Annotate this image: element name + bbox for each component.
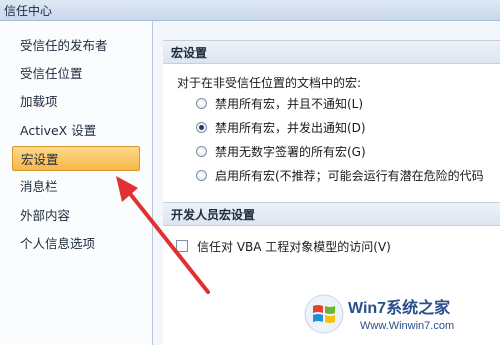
sidebar-item-activex[interactable]: ActiveX 设置 — [12, 118, 140, 143]
sidebar-item-trusted-publishers[interactable]: 受信任的发布者 — [12, 33, 140, 58]
sidebar: 受信任的发布者 受信任位置 加载项 ActiveX 设置 宏设置 消息栏 外部内… — [0, 21, 153, 345]
sidebar-item-addins[interactable]: 加载项 — [12, 89, 140, 114]
radio-disable-unsigned[interactable] — [196, 146, 207, 157]
radio-enable-all[interactable] — [196, 170, 207, 181]
macro-intro-text: 对于在非受信任位置的文档中的宏: — [177, 76, 362, 90]
windows-logo-icon — [304, 294, 344, 334]
developer-settings-header: 开发人员宏设置 — [163, 202, 500, 226]
radio-disable-with-notify[interactable] — [196, 122, 207, 133]
watermark-title: Win7系统之家 — [348, 300, 451, 317]
sidebar-item-message-bar[interactable]: 消息栏 — [12, 174, 140, 199]
watermark: Win7系统之家 Www.Winwin7.com — [300, 290, 500, 345]
radio-disable-unsigned-label[interactable]: 禁用无数字签署的所有宏(G) — [215, 143, 366, 160]
radio-disable-no-notify-label[interactable]: 禁用所有宏，并且不通知(L) — [215, 95, 363, 112]
trust-vba-checkbox[interactable] — [176, 240, 188, 252]
watermark-url: Www.Winwin7.com — [360, 320, 455, 332]
sidebar-item-privacy-options[interactable]: 个人信息选项 — [12, 231, 140, 256]
radio-enable-all-label[interactable]: 启用所有宏(不推荐；可能会运行有潜在危险的代码 — [215, 167, 500, 184]
sidebar-item-external-content[interactable]: 外部内容 — [12, 203, 140, 228]
sidebar-item-macro-settings[interactable]: 宏设置 — [12, 146, 140, 171]
sidebar-item-trusted-locations[interactable]: 受信任位置 — [12, 61, 140, 86]
window-title: 信任中心 — [4, 4, 53, 18]
macro-settings-header: 宏设置 — [163, 40, 500, 64]
radio-disable-no-notify[interactable] — [196, 98, 207, 109]
radio-disable-with-notify-label[interactable]: 禁用所有宏，并发出通知(D) — [215, 119, 366, 136]
trust-vba-label[interactable]: 信任对 VBA 工程对象模型的访问(V) — [197, 238, 391, 255]
title-bar: 信任中心 — [0, 0, 500, 21]
